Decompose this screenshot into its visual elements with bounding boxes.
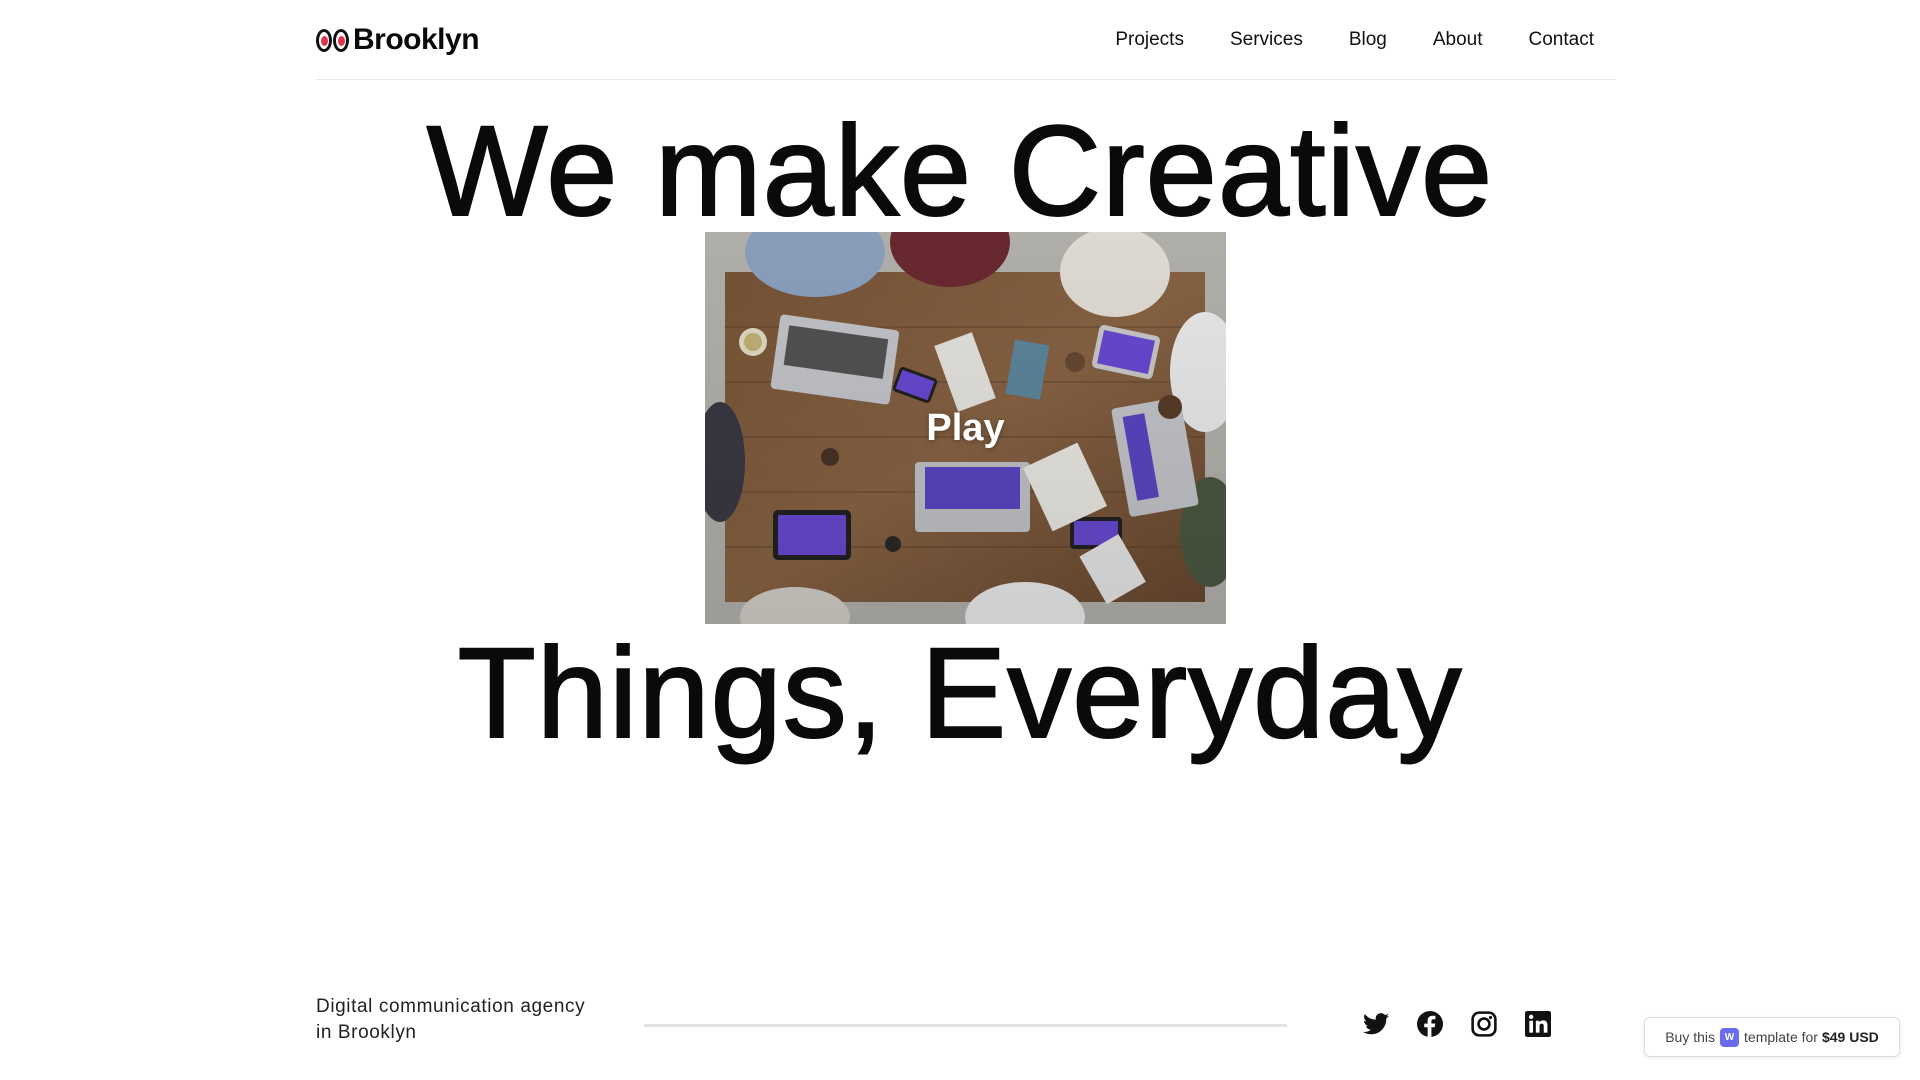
buy-template-badge[interactable]: Buy this W template for $49 USD	[1644, 1017, 1900, 1057]
horizontal-divider	[644, 1024, 1287, 1027]
agency-tagline: Digital communication agency in Brooklyn	[316, 994, 616, 1046]
linkedin-icon[interactable]	[1524, 1010, 1552, 1038]
social-links	[1362, 1010, 1578, 1038]
instagram-icon[interactable]	[1470, 1010, 1498, 1038]
right-eye-icon	[333, 28, 349, 52]
facebook-icon[interactable]	[1416, 1010, 1444, 1038]
buy-price: $49 USD	[1821, 1029, 1879, 1045]
left-eye-icon	[316, 28, 332, 52]
main-nav: Projects Services Blog About Contact	[1069, 26, 1594, 54]
nav-about[interactable]: About	[1433, 26, 1483, 54]
brand-name: Brooklyn	[353, 23, 480, 56]
twitter-icon[interactable]	[1362, 1010, 1390, 1038]
buy-middle: template for	[1744, 1029, 1818, 1045]
hero-video[interactable]: Play	[705, 232, 1226, 624]
nav-projects[interactable]: Projects	[1115, 26, 1184, 54]
nav-blog[interactable]: Blog	[1349, 26, 1387, 54]
hero-headline-line1: We make Creative	[426, 100, 1494, 243]
buy-prefix: Buy this	[1665, 1029, 1716, 1045]
webflow-icon: W	[1720, 1027, 1740, 1047]
tagline-line2: in Brooklyn	[316, 1022, 417, 1043]
page: Brooklyn Projects Services Blog About Co…	[0, 0, 1920, 1080]
nav-services[interactable]: Services	[1230, 26, 1303, 54]
brand-logo[interactable]: Brooklyn	[316, 23, 480, 57]
play-button[interactable]: Play	[705, 232, 1226, 624]
hero-headline-line2: Things, Everyday	[457, 622, 1463, 765]
nav-contact[interactable]: Contact	[1529, 26, 1594, 54]
eyes-logo-icon	[316, 28, 350, 52]
site-header: Brooklyn Projects Services Blog About Co…	[316, 0, 1616, 80]
tagline-line1: Digital communication agency	[316, 996, 586, 1017]
